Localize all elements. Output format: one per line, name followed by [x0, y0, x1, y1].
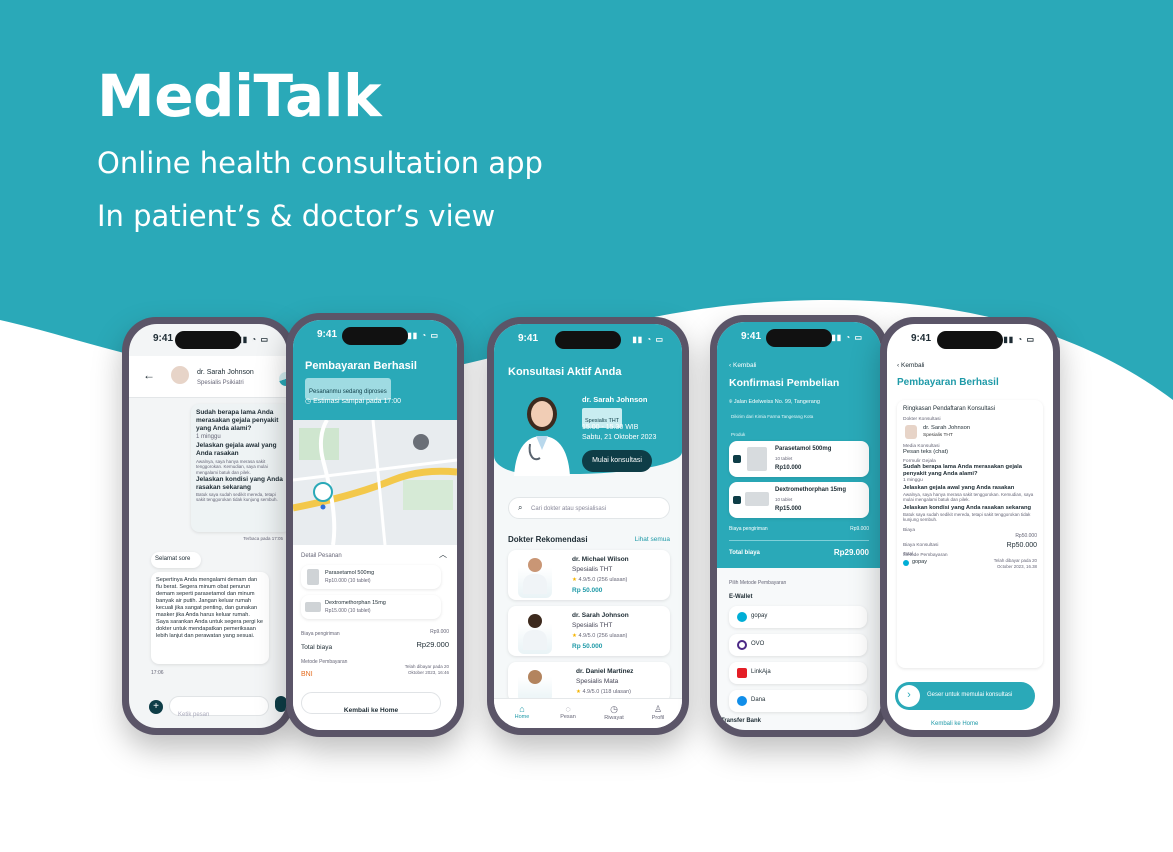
nav-history[interactable]: ◷ Riwayat	[596, 704, 632, 721]
dana-icon	[737, 696, 747, 706]
app-title: MediTalk	[97, 62, 382, 130]
avatar	[905, 425, 917, 439]
back-home-button[interactable]: Kembali ke Home	[301, 692, 441, 714]
message-input[interactable]: Ketik pesan	[169, 696, 269, 718]
phone-consult-summary: 9:41 ▮▮ ◔ ▭ ‹ Kembali Pembayaran Berhasil…	[880, 317, 1060, 737]
start-consult-button[interactable]: Mulai konsultasi	[582, 450, 652, 472]
home-icon: ⌂	[519, 704, 525, 714]
linkaja-icon	[737, 668, 747, 678]
swipe-handle: ›	[898, 685, 920, 707]
back-link[interactable]: ‹ Kembali	[897, 362, 924, 369]
profile-icon: ♙	[653, 704, 663, 714]
add-attachment-button[interactable]: +	[149, 700, 163, 714]
order-item: Parasetamol 500mg Rp10.000 (10 tablet)	[301, 565, 441, 589]
shipping-value: Rp9.000	[430, 629, 449, 635]
shipping-label: Biaya pengiriman	[729, 526, 768, 532]
chevron-right-icon: ›	[907, 689, 911, 701]
paid-on: Telah dibayar pada 20 Oktober 2023, 16:4…	[404, 664, 449, 675]
search-icon: ⌕	[518, 503, 523, 512]
wallet-option-gopay[interactable]: gopay	[729, 606, 867, 628]
chat-doctor-name: dr. Sarah Johnson	[197, 369, 254, 376]
product-item[interactable]: Parasetamol 500mg 10 tablet Rp10.000	[729, 441, 869, 477]
greeting-bubble: Selamat sore	[151, 552, 201, 568]
wallet-option-dana[interactable]: Dana	[729, 690, 867, 712]
star-icon: ★	[572, 633, 577, 639]
total-value: Rp29.000	[833, 548, 869, 557]
back-home-link[interactable]: Kembali ke Home	[931, 721, 978, 727]
back-link[interactable]: ‹ Kembali	[729, 362, 756, 369]
total-value: Rp29.000	[416, 640, 449, 649]
doctor-card[interactable]: dr. Sarah Johnson Spesialis THT ★ 4.9/5.…	[508, 606, 670, 656]
consult-date: Sabtu, 21 Oktober 2023	[582, 434, 657, 441]
shipping-label: Biaya pengiriman	[301, 631, 340, 637]
doctor-card[interactable]: dr. Daniel Martinez Spesialis Mata ★ 4.9…	[508, 662, 670, 702]
phone-order-tracking: 9:41 ▮▮ ◔ ▭ Pembayaran Berhasil Pesananmu…	[286, 313, 464, 737]
total-label: Total biaya	[301, 644, 333, 651]
shipping-value: Rp9.000	[850, 526, 869, 532]
clock-icon: ◷	[305, 398, 314, 405]
product-item[interactable]: Dextromethorphan 15mg 10 tablet Rp15.000	[729, 482, 869, 518]
page-title: Pembayaran Berhasil	[305, 360, 417, 372]
bottom-nav: ⌂ Home ◌ Pesan ◷ Riwayat ♙ Profil	[494, 698, 682, 728]
avatar	[169, 364, 191, 386]
method-label: Metode Pembayaran	[301, 659, 348, 665]
app-tagline: In patient’s & doctor’s view	[97, 199, 496, 233]
app-subtitle: Online health consultation app	[97, 146, 543, 180]
delivery-map[interactable]	[293, 420, 457, 545]
star-icon: ★	[572, 577, 577, 583]
search-input[interactable]: ⌕ Cari dokter atau spesialisasi	[508, 497, 670, 519]
see-all-link[interactable]: Lihat semua	[635, 536, 670, 543]
nav-messages[interactable]: ◌ Pesan	[550, 704, 586, 720]
symptom-form-bubble: Sudah berapa lama Anda merasakan gejala …	[191, 404, 287, 532]
doctor-avatar	[518, 666, 552, 702]
consult-time: 15.00 - 15.30 WIB	[582, 424, 639, 431]
page-title: Konfirmasi Pembelian	[729, 377, 840, 389]
star-icon: ★	[576, 689, 581, 695]
checkbox-checked	[733, 455, 741, 463]
swipe-to-start-slider[interactable]: › Geser untuk memulai konsultasi	[895, 682, 1035, 710]
active-doctor-name: dr. Sarah Johnson	[582, 395, 648, 404]
history-icon: ◷	[610, 704, 618, 714]
back-arrow-icon[interactable]: ←	[143, 368, 155, 382]
detail-label: Detail Pesanan	[301, 553, 342, 559]
recommended-title: Dokter Rekomendasi	[508, 535, 588, 544]
doctor-reply-bubble: Sepertinya Anda mengalami demam dan flu …	[151, 572, 269, 664]
summary-card: Ringkasan Pendaftaran Konsultasi Dokter …	[897, 400, 1043, 668]
ewallet-label: E-Wallet	[729, 594, 753, 600]
collapse-icon[interactable]: ︿	[439, 549, 447, 560]
bni-logo: BNI	[301, 671, 313, 678]
wallet-option-linkaja[interactable]: LinkAja	[729, 662, 867, 684]
doctor-avatar	[518, 610, 552, 654]
chat-doctor-spec: Spesialis Psikiatri	[197, 380, 244, 386]
chat-icon: ◌	[565, 704, 571, 714]
eta-text: ◷ Estimasi sampai pada 17:00	[305, 398, 401, 405]
nav-profile[interactable]: ♙ Profil	[640, 704, 676, 721]
wallet-option-ovo[interactable]: OVO	[729, 634, 867, 656]
page-title: Pembayaran Berhasil	[897, 377, 999, 388]
active-consult-title: Konsultasi Aktif Anda	[508, 366, 622, 378]
order-item: Dextromethorphan 15mg Rp15.000 (10 table…	[301, 595, 441, 619]
reply-time: 17:06	[151, 670, 164, 676]
doctor-portrait	[514, 397, 570, 476]
nav-home[interactable]: ⌂ Home	[504, 704, 540, 720]
delivery-address: ⌾ Jalan Edelweiss No. 99, Tangerang	[729, 399, 820, 405]
ovo-icon	[737, 640, 747, 650]
bank-transfer-label: Transfer Bank	[721, 718, 762, 724]
method-label: Pilih Metode Pembayaran	[729, 580, 787, 586]
gopay-icon	[903, 560, 909, 567]
phone-chat: 9:41 ▮▮ ◔ ▭ ← dr. Sarah Johnson Spesialis…	[122, 317, 294, 735]
read-receipt: Terbaca pada 17:05	[243, 536, 283, 541]
phone-checkout: 9:41 ▮▮ ◔ ▭ ‹ Kembali Konfirmasi Pembelia…	[710, 315, 888, 737]
doctor-avatar	[518, 554, 552, 598]
products-label: Produk	[731, 432, 746, 437]
total-label: Total biaya	[729, 550, 760, 556]
doctor-card[interactable]: dr. Michael Wilson Spesialis THT ★ 4.9/5…	[508, 550, 670, 600]
sender: Dikirim dari Kimia Farma Tangerang Kota	[731, 414, 814, 419]
gopay-icon	[737, 612, 747, 622]
phone-home: 9:41 ▮▮ ◔ ▭ Konsultasi Aktif Anda dr. Sar…	[487, 317, 689, 735]
checkbox-checked	[733, 496, 741, 504]
